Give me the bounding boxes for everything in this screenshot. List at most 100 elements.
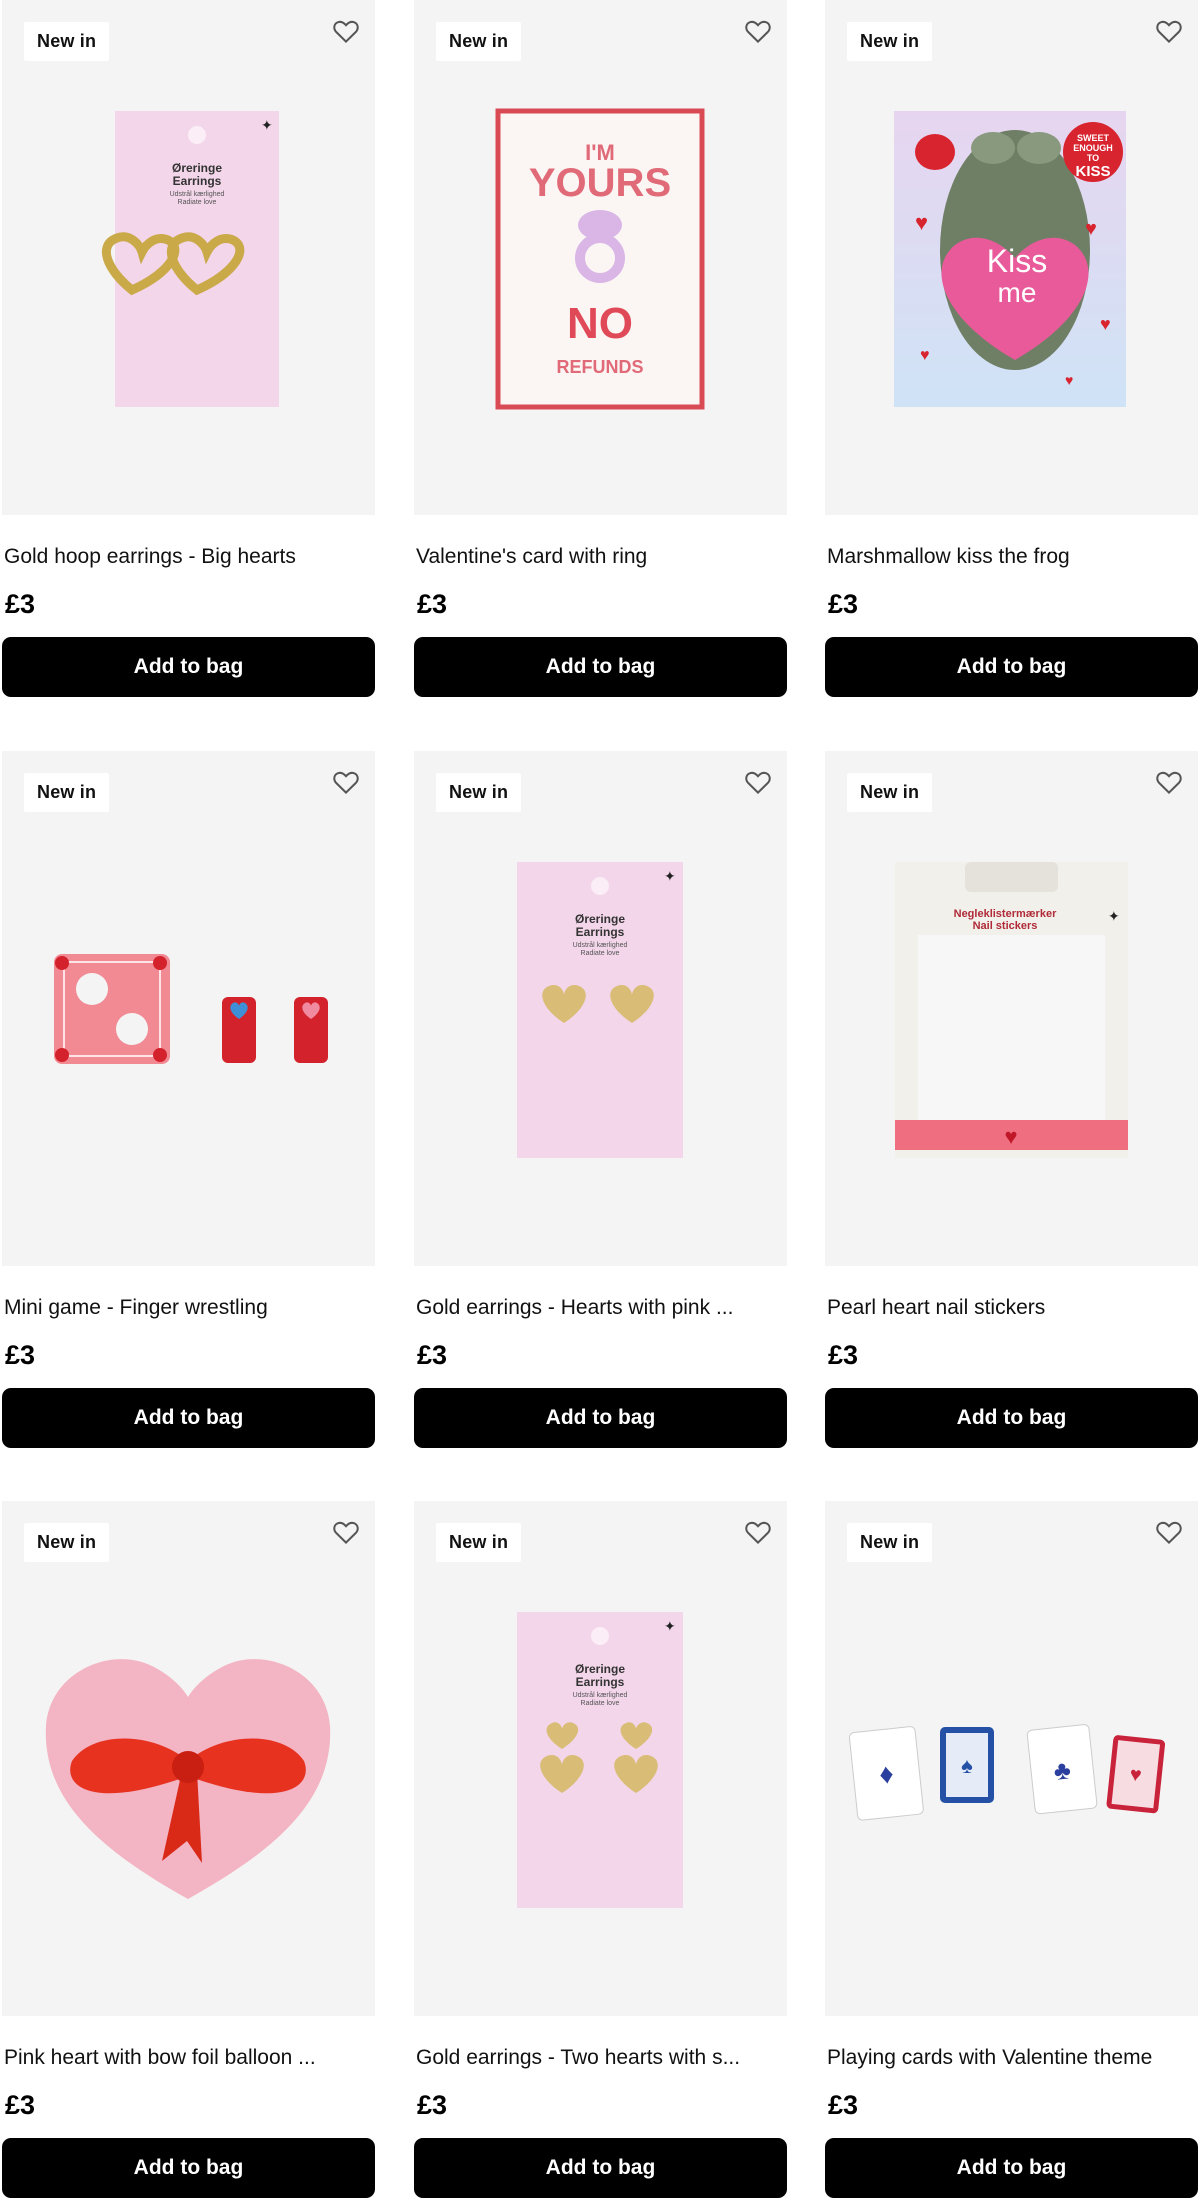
- wishlist-heart-icon[interactable]: [331, 1517, 361, 1547]
- wishlist-heart-icon[interactable]: [743, 16, 773, 46]
- product-image[interactable]: ✦ Øreringe Earrings Udstrål kærlighed Ra…: [2, 0, 375, 515]
- finger-wrestling-game-image: [54, 954, 328, 1064]
- svg-text:♠: ♠: [961, 1753, 973, 1778]
- earrings-pack-image: ✦ Øreringe Earrings Udstrål kærlighed Ra…: [101, 111, 279, 407]
- product-title[interactable]: Gold earrings - Hearts with pink ...: [416, 1296, 784, 1320]
- heart-foil-balloon-image: [45, 1659, 331, 1899]
- product-image[interactable]: I'M YOURS NO REFUNDS New in: [414, 0, 787, 515]
- wishlist-heart-icon[interactable]: [743, 1517, 773, 1547]
- frog-marshmallow-box-image: Kiss me SWEET ENOUGH TO KISS ♥ ♥ ♥ ♥ ♥: [894, 111, 1126, 407]
- pack-line4: Radiate love: [581, 1700, 620, 1707]
- product-title[interactable]: Playing cards with Valentine theme: [827, 2046, 1195, 2070]
- svg-text:♥: ♥: [920, 347, 930, 364]
- add-to-bag-button[interactable]: Add to bag: [2, 2138, 375, 2198]
- pack-line1: Øreringe: [575, 1662, 625, 1676]
- earrings-pack-image: ✦ Øreringe Earrings Udstrål kærlighed Ra…: [517, 1612, 683, 1908]
- add-to-bag-button[interactable]: Add to bag: [2, 1388, 375, 1448]
- product-image[interactable]: ♦ ♠ ♣ ♥ New in: [825, 1501, 1198, 2016]
- card-line4: REFUNDS: [556, 357, 643, 377]
- new-in-badge: New in: [24, 773, 110, 812]
- add-to-bag-button[interactable]: Add to bag: [414, 637, 787, 697]
- product-price: £3: [5, 2090, 36, 2120]
- product-card[interactable]: New in Pink heart with bow foil balloon …: [2, 1501, 375, 2198]
- add-to-bag-button[interactable]: Add to bag: [825, 2138, 1198, 2198]
- new-in-badge: New in: [24, 1523, 110, 1562]
- wishlist-heart-icon[interactable]: [331, 767, 361, 797]
- nail-stickers-pack-image: Negleklistermærker Nail stickers ✦ ♥: [895, 862, 1128, 1158]
- product-price: £3: [828, 1340, 859, 1370]
- box-sticker-line2: ENOUGH: [1073, 143, 1113, 153]
- pack-line2: Earrings: [576, 1675, 625, 1689]
- pack-line2: Earrings: [576, 925, 625, 939]
- box-heart-line2: me: [998, 277, 1037, 308]
- product-image[interactable]: ✦ Øreringe Earrings Udstrål kærlighed Ra…: [414, 1501, 787, 2016]
- product-title[interactable]: Marshmallow kiss the frog: [827, 545, 1195, 569]
- new-in-badge: New in: [436, 773, 522, 812]
- svg-text:✦: ✦: [261, 117, 273, 133]
- new-in-badge: New in: [847, 1523, 933, 1562]
- product-card[interactable]: ♦ ♠ ♣ ♥ New in Playing cards with Valent…: [825, 1501, 1198, 2198]
- product-price: £3: [828, 589, 859, 619]
- box-heart-line1: Kiss: [987, 243, 1047, 279]
- svg-text:♥: ♥: [1004, 1124, 1017, 1149]
- svg-text:♥: ♥: [1085, 218, 1097, 240]
- svg-text:✦: ✦: [1108, 908, 1120, 924]
- product-card[interactable]: New in Mini game - Finger wrestling £3 A…: [2, 751, 375, 1448]
- card-line3: NO: [567, 299, 633, 348]
- pack-line1: Negleklistermærker: [954, 908, 1057, 920]
- add-to-bag-button[interactable]: Add to bag: [2, 637, 375, 697]
- product-card[interactable]: Kiss me SWEET ENOUGH TO KISS ♥ ♥ ♥ ♥ ♥ N…: [825, 0, 1198, 697]
- pack-line1: Øreringe: [172, 161, 222, 175]
- product-card[interactable]: ✦ Øreringe Earrings Udstrål kærlighed Ra…: [414, 1501, 787, 2198]
- wishlist-heart-icon[interactable]: [1154, 767, 1184, 797]
- product-card[interactable]: Negleklistermærker Nail stickers ✦ ♥ New…: [825, 751, 1198, 1448]
- product-title[interactable]: Mini game - Finger wrestling: [4, 1296, 372, 1320]
- svg-text:♥: ♥: [1065, 372, 1073, 388]
- add-to-bag-button[interactable]: Add to bag: [414, 2138, 787, 2198]
- add-to-bag-button[interactable]: Add to bag: [825, 1388, 1198, 1448]
- svg-text:♣: ♣: [1052, 1754, 1072, 1786]
- pack-line3: Udstrål kærlighed: [573, 1691, 628, 1699]
- new-in-badge: New in: [847, 22, 933, 61]
- add-to-bag-button[interactable]: Add to bag: [414, 1388, 787, 1448]
- product-image[interactable]: ✦ Øreringe Earrings Udstrål kærlighed Ra…: [414, 751, 787, 1266]
- product-price: £3: [5, 1340, 36, 1370]
- product-title[interactable]: Pink heart with bow foil balloon ...: [4, 2046, 372, 2070]
- product-image[interactable]: Kiss me SWEET ENOUGH TO KISS ♥ ♥ ♥ ♥ ♥ N…: [825, 0, 1198, 515]
- pack-line3: Udstrål kærlighed: [170, 190, 225, 198]
- product-card[interactable]: ✦ Øreringe Earrings Udstrål kærlighed Ra…: [414, 751, 787, 1448]
- product-price: £3: [417, 589, 448, 619]
- valentine-card-image: I'M YOURS NO REFUNDS: [495, 108, 705, 410]
- product-title[interactable]: Valentine's card with ring: [416, 545, 784, 569]
- product-title[interactable]: Gold earrings - Two hearts with s...: [416, 2046, 784, 2070]
- svg-text:♥: ♥: [1100, 314, 1111, 334]
- svg-text:♥: ♥: [915, 210, 928, 235]
- product-price: £3: [5, 589, 36, 619]
- card-line2: YOURS: [529, 161, 671, 205]
- product-image[interactable]: Negleklistermærker Nail stickers ✦ ♥ New…: [825, 751, 1198, 1266]
- add-to-bag-button[interactable]: Add to bag: [825, 637, 1198, 697]
- svg-text:✦: ✦: [664, 868, 676, 884]
- product-card[interactable]: I'M YOURS NO REFUNDS New in Valentine's …: [414, 0, 787, 697]
- new-in-badge: New in: [847, 773, 933, 812]
- product-image[interactable]: New in: [2, 751, 375, 1266]
- product-price: £3: [417, 1340, 448, 1370]
- earrings-pack-image: ✦ Øreringe Earrings Udstrål kærlighed Ra…: [517, 862, 683, 1158]
- product-price: £3: [828, 2090, 859, 2120]
- new-in-badge: New in: [24, 22, 110, 61]
- product-card[interactable]: ✦ Øreringe Earrings Udstrål kærlighed Ra…: [2, 0, 375, 697]
- pack-line2: Earrings: [173, 174, 222, 188]
- pack-line4: Radiate love: [178, 199, 217, 206]
- product-title[interactable]: Pearl heart nail stickers: [827, 1296, 1195, 1320]
- new-in-badge: New in: [436, 22, 522, 61]
- wishlist-heart-icon[interactable]: [743, 767, 773, 797]
- pack-line4: Radiate love: [581, 950, 620, 957]
- product-image[interactable]: New in: [2, 1501, 375, 2016]
- wishlist-heart-icon[interactable]: [1154, 16, 1184, 46]
- wishlist-heart-icon[interactable]: [331, 16, 361, 46]
- wishlist-heart-icon[interactable]: [1154, 1517, 1184, 1547]
- box-sticker-line3: TO: [1087, 153, 1099, 163]
- pack-line3: Udstrål kærlighed: [573, 941, 628, 949]
- playing-cards-image: ♦ ♠ ♣ ♥: [848, 1724, 1166, 1821]
- product-title[interactable]: Gold hoop earrings - Big hearts: [4, 545, 372, 569]
